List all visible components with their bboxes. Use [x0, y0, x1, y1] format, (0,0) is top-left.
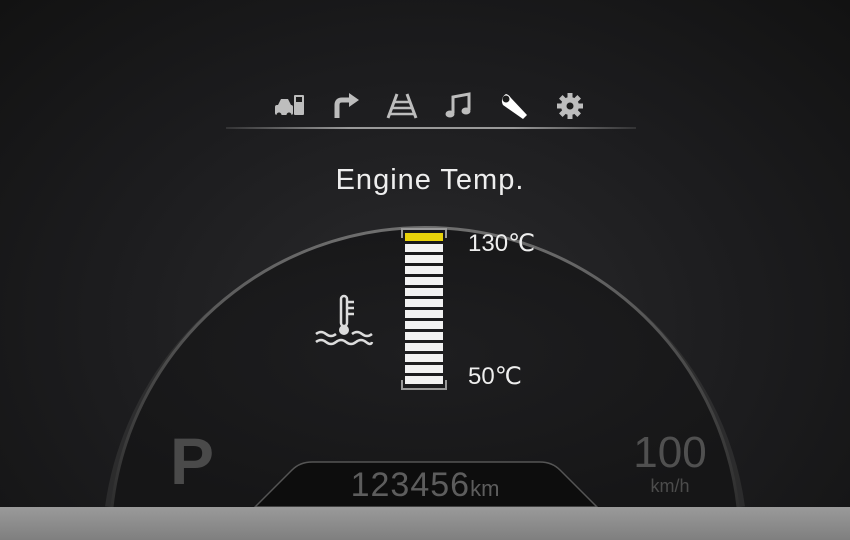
odometer-value: 123456 [350, 466, 471, 504]
gauge-min-label: 50℃ [468, 363, 522, 390]
lane-road-icon[interactable] [382, 88, 422, 124]
speed-unit: km/h [650, 476, 690, 496]
gauge-segment [405, 376, 443, 384]
gauge-segment [405, 310, 443, 318]
wrench-icon[interactable] [494, 88, 534, 124]
gauge-segment [405, 321, 443, 329]
gauge-segment [405, 288, 443, 296]
gauge-segment [405, 277, 443, 285]
menu-icon-bar [270, 86, 590, 126]
gauge-segment-top [405, 233, 443, 241]
gauge-max-label: 130℃ [468, 230, 535, 257]
engine-temp-gauge [401, 228, 447, 390]
gauge-segment [405, 332, 443, 340]
gauge-segment [405, 266, 443, 274]
screen-title: Engine Temp. [335, 164, 525, 196]
odometer: 123456km [300, 466, 550, 505]
odometer-unit: km [470, 476, 500, 501]
instrument-cluster-display: Engine Temp. 130℃ 50℃ P 100 km/h 123456k… [0, 0, 850, 540]
bottom-bar [0, 507, 850, 540]
gauge-segment [405, 365, 443, 373]
gauge-segment [405, 255, 443, 263]
turn-right-arrow-icon[interactable] [326, 88, 366, 124]
menu-divider [226, 127, 636, 129]
coolant-temperature-icon [315, 294, 374, 346]
gauge-segment [405, 354, 443, 362]
gauge-segment [405, 244, 443, 252]
speed-readout: 100 [633, 428, 707, 477]
gauge-segment [405, 299, 443, 307]
gauge-segment [405, 343, 443, 351]
car-fuel-icon[interactable] [270, 88, 310, 124]
gear-indicator: P [170, 424, 215, 498]
music-note-icon[interactable] [438, 88, 478, 124]
gear-settings-icon[interactable] [550, 88, 590, 124]
